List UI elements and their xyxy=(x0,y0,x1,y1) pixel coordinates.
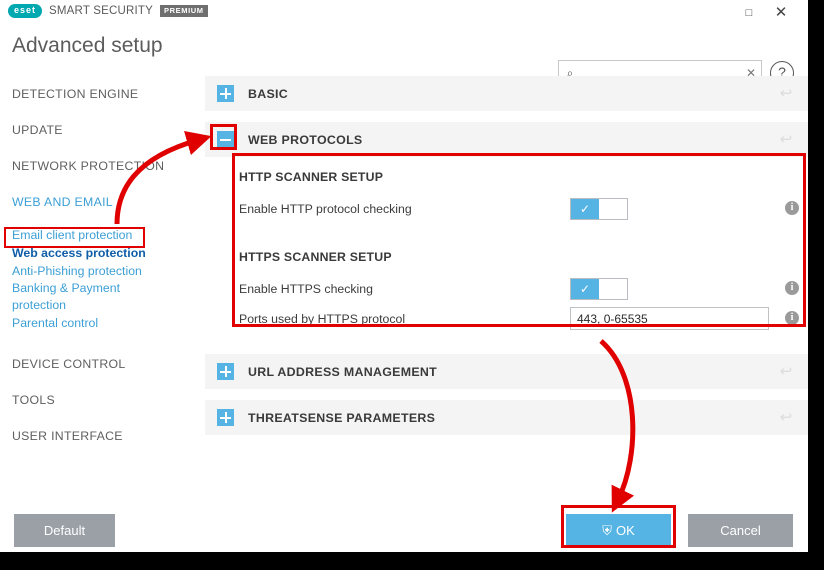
toggle-check-icon: ✓ xyxy=(571,199,599,219)
section-title-web-protocols: WEB PROTOCOLS xyxy=(248,132,363,147)
page-header: Advanced setup ⌕ ✕ ? xyxy=(0,26,808,86)
toggle-check-icon: ✓ xyxy=(571,279,599,299)
sidebar-item-user-interface[interactable]: USER INTERFACE xyxy=(0,418,204,454)
section-title-url-address-management: URL ADDRESS MANAGEMENT xyxy=(248,364,438,379)
revert-icon-url-address-management[interactable]: ↩ xyxy=(778,364,794,380)
cancel-button[interactable]: Cancel xyxy=(688,514,793,547)
sidebar-item-anti-phishing-protection[interactable]: Anti-Phishing protection xyxy=(0,262,204,280)
input-https-ports[interactable] xyxy=(570,307,769,330)
sidebar-nav: DETECTION ENGINE UPDATE NETWORK PROTECTI… xyxy=(0,76,205,504)
info-icon-http-protocol-checking[interactable]: i xyxy=(785,201,799,215)
section-spacer xyxy=(205,390,808,400)
eset-logo-icon: eset xyxy=(8,4,43,18)
settings-content: BASIC ↩ WEB PROTOCOLS ↩ HTTP SCANNER SET… xyxy=(205,76,808,504)
revert-icon-threatsense-parameters[interactable]: ↩ xyxy=(778,410,794,426)
brand-logo: eset SMART SECURITY PREMIUM xyxy=(8,4,208,18)
section-title-basic: BASIC xyxy=(248,86,289,101)
subsection-title-http-scanner-setup: HTTP SCANNER SETUP xyxy=(239,170,384,184)
default-button[interactable]: Default xyxy=(14,514,115,547)
info-icon-https-ports[interactable]: i xyxy=(785,311,799,325)
sidebar-item-banking-payment-protection[interactable]: Banking & Payment protection xyxy=(0,280,120,314)
sidebar-item-tools[interactable]: TOOLS xyxy=(0,382,204,418)
page-title: Advanced setup xyxy=(12,34,163,57)
label-enable-https-checking: Enable HTTPS checking xyxy=(239,282,373,296)
collapse-icon-web-protocols[interactable] xyxy=(217,131,234,148)
section-spacer xyxy=(205,344,808,354)
label-enable-http-protocol-checking: Enable HTTP protocol checking xyxy=(239,202,412,216)
toggle-enable-http-protocol-checking[interactable]: ✓ xyxy=(570,198,628,220)
section-header-web-protocols[interactable]: WEB PROTOCOLS ↩ xyxy=(205,122,808,158)
sidebar-item-device-control[interactable]: DEVICE CONTROL xyxy=(0,346,204,382)
expand-icon-threatsense-parameters[interactable] xyxy=(217,409,234,426)
sidebar-item-parental-control[interactable]: Parental control xyxy=(0,314,204,332)
info-icon-https-checking[interactable]: i xyxy=(785,281,799,295)
section-header-url-address-management[interactable]: URL ADDRESS MANAGEMENT ↩ xyxy=(205,354,808,390)
toggle-enable-https-checking[interactable]: ✓ xyxy=(570,278,628,300)
web-protocols-panel: HTTP SCANNER SETUP Enable HTTP protocol … xyxy=(205,158,808,344)
title-bar: eset SMART SECURITY PREMIUM □ ✕ xyxy=(0,0,808,26)
sidebar-item-detection-engine[interactable]: DETECTION ENGINE xyxy=(0,76,204,112)
section-header-basic[interactable]: BASIC ↩ xyxy=(205,76,808,112)
toggle-off-half xyxy=(599,199,627,219)
advanced-setup-window: eset SMART SECURITY PREMIUM □ ✕ Advanced… xyxy=(0,0,808,552)
sidebar-item-web-and-email[interactable]: WEB AND EMAIL xyxy=(0,184,204,220)
expand-icon-url-address-management[interactable] xyxy=(217,363,234,380)
row-https-ports: Ports used by HTTPS protocol i xyxy=(205,304,808,334)
label-https-ports: Ports used by HTTPS protocol xyxy=(239,312,406,326)
ok-button-label: OK xyxy=(615,523,635,538)
premium-badge: PREMIUM xyxy=(160,5,208,17)
close-icon[interactable]: ✕ xyxy=(770,3,792,23)
ok-button[interactable]: ⛨ OK xyxy=(566,514,671,547)
section-header-threatsense-parameters[interactable]: THREATSENSE PARAMETERS ↩ xyxy=(205,400,808,436)
maximize-icon[interactable]: □ xyxy=(738,3,760,23)
revert-icon-basic[interactable]: ↩ xyxy=(778,86,794,102)
sidebar-item-network-protection[interactable]: NETWORK PROTECTION xyxy=(0,148,204,184)
shield-icon: ⛨ xyxy=(602,522,612,538)
row-enable-http-protocol-checking: Enable HTTP protocol checking ✓ i xyxy=(205,194,808,224)
revert-icon-web-protocols[interactable]: ↩ xyxy=(778,132,794,148)
section-title-threatsense-parameters: THREATSENSE PARAMETERS xyxy=(248,410,436,425)
subsection-title-https-scanner-setup: HTTPS SCANNER SETUP xyxy=(239,250,392,264)
dialog-footer: Default ⛨ OK Cancel xyxy=(0,504,808,552)
sidebar-item-update[interactable]: UPDATE xyxy=(0,112,204,148)
expand-icon-basic[interactable] xyxy=(217,85,234,102)
row-enable-https-checking: Enable HTTPS checking ✓ i xyxy=(205,274,808,304)
sidebar-item-email-client-protection[interactable]: Email client protection xyxy=(0,226,204,244)
section-spacer xyxy=(205,112,808,122)
sidebar-item-web-access-protection[interactable]: Web access protection xyxy=(0,244,204,262)
product-name: SMART SECURITY xyxy=(49,5,153,17)
toggle-off-half xyxy=(599,279,627,299)
